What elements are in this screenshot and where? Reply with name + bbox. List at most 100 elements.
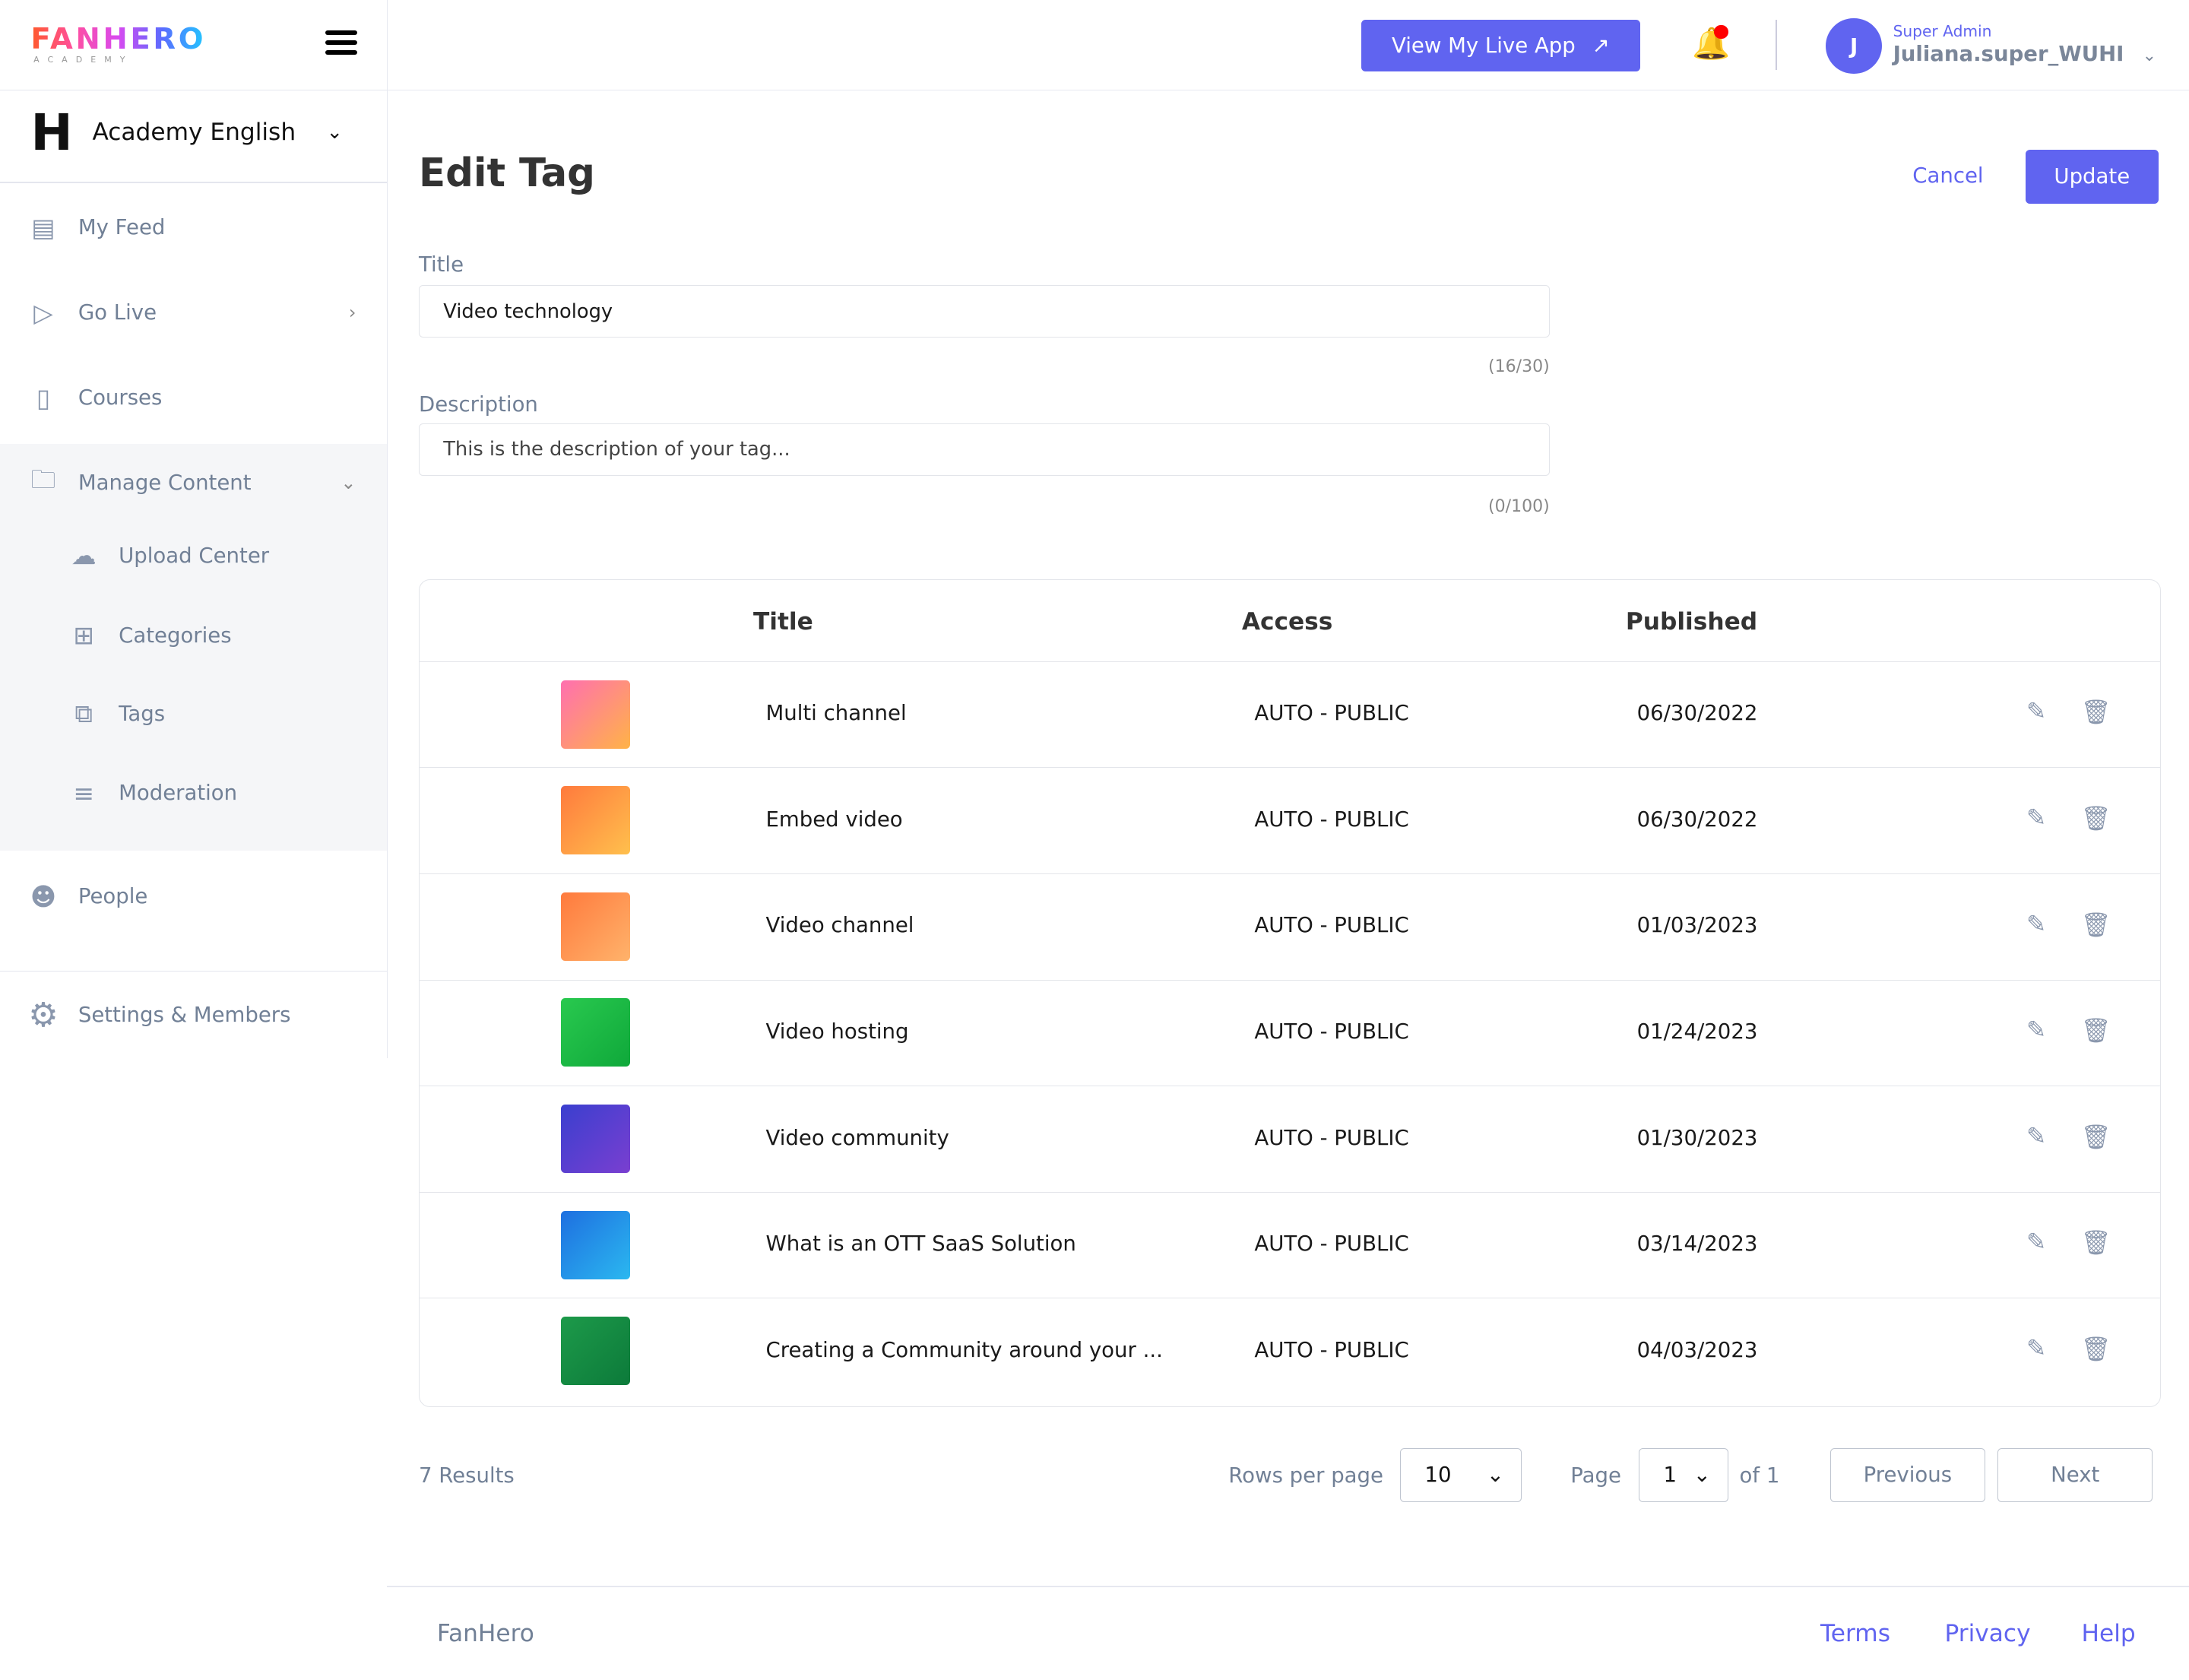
table-row[interactable]: Video hosting AUTO - PUBLIC 01/24/2023 ✎… xyxy=(420,979,2161,1087)
view-live-app-button[interactable]: View My Live App ↗ xyxy=(1361,19,1641,71)
select-value: 1 xyxy=(1663,1463,1677,1488)
privacy-link[interactable]: Privacy xyxy=(1945,1620,2031,1647)
sidebar-item-settings[interactable]: ⚙ Settings & Members xyxy=(0,987,387,1043)
org-name: Academy English xyxy=(92,119,296,147)
sidebar-item-moderation[interactable]: ≡ Moderation xyxy=(0,766,387,821)
user-name: Juliana.super_WUHI xyxy=(1893,42,2124,67)
trash-icon[interactable]: 🗑 xyxy=(2081,1228,2111,1257)
thumbnail xyxy=(560,680,631,749)
sidebar-item-my-feed[interactable]: ▤ My Feed xyxy=(0,200,387,255)
row-access: AUTO - PUBLIC xyxy=(1254,1231,1409,1257)
row-published: 04/03/2023 xyxy=(1636,1337,1758,1362)
select-value: 10 xyxy=(1424,1463,1452,1488)
table-row[interactable]: Creating a Community around your ... AUT… xyxy=(420,1298,2161,1405)
sidebar-item-go-live[interactable]: ▷ Go Live › xyxy=(0,285,387,341)
results-count: 7 Results xyxy=(419,1463,515,1488)
thumbnail xyxy=(560,786,631,855)
logo-subtitle: ACADEMY xyxy=(33,54,134,65)
trash-icon[interactable]: 🗑 xyxy=(2081,804,2111,832)
edit-icon[interactable]: ✎ xyxy=(2026,698,2046,725)
org-selector[interactable]: H Academy English ⌄ xyxy=(30,103,343,162)
row-published: 01/24/2023 xyxy=(1636,1019,1758,1044)
row-title: Creating a Community around your ... xyxy=(765,1337,1163,1362)
previous-button[interactable]: Previous xyxy=(1829,1447,1985,1503)
row-title: Video community xyxy=(765,1125,949,1150)
description-char-count: (0/100) xyxy=(1488,496,1550,516)
sliders-icon: ≡ xyxy=(73,778,95,808)
page-select[interactable]: 1 ⌄ xyxy=(1639,1447,1728,1503)
cloud-upload-icon: ☁ xyxy=(71,540,97,571)
thumbnail xyxy=(560,998,631,1067)
fanhero-logo: FANHERO xyxy=(30,22,207,57)
title-input[interactable]: Video technology xyxy=(419,284,1550,338)
trash-icon[interactable]: 🗑 xyxy=(2081,1335,2111,1363)
chevron-down-icon: ⌄ xyxy=(2142,46,2157,66)
chevron-down-icon: ⌄ xyxy=(1693,1463,1711,1488)
rows-per-page-select[interactable]: 10 ⌄ xyxy=(1400,1447,1522,1503)
row-title: Embed video xyxy=(765,807,903,832)
sidebar-item-label: Manage Content xyxy=(78,471,252,496)
help-link[interactable]: Help xyxy=(2082,1620,2136,1647)
divider xyxy=(1776,19,1778,70)
trash-icon[interactable]: 🗑 xyxy=(2081,1016,2111,1044)
menu-icon[interactable] xyxy=(325,30,358,60)
edit-icon[interactable]: ✎ xyxy=(2026,1016,2046,1044)
update-button[interactable]: Update xyxy=(2026,149,2159,204)
page-label: Page xyxy=(1570,1463,1621,1488)
title-char-count: (16/30) xyxy=(1488,357,1550,377)
notification-dot xyxy=(1714,25,1728,40)
table-row[interactable]: Video community AUTO - PUBLIC 01/30/2023… xyxy=(420,1086,2161,1193)
sidebar-item-upload-center[interactable]: ☁ Upload Center xyxy=(0,528,387,583)
row-access: AUTO - PUBLIC xyxy=(1254,701,1409,726)
edit-icon[interactable]: ✎ xyxy=(2026,804,2046,832)
thumbnail xyxy=(560,1210,631,1279)
column-header-access: Access xyxy=(1241,607,1333,636)
row-title: Video channel xyxy=(765,913,914,938)
row-published: 01/03/2023 xyxy=(1636,913,1758,938)
grid-icon: ⊞ xyxy=(73,620,95,651)
avatar[interactable]: J xyxy=(1826,17,1882,74)
footer-divider xyxy=(386,1586,2189,1588)
edit-icon[interactable]: ✎ xyxy=(2026,1123,2046,1150)
table-row[interactable]: Multi channel AUTO - PUBLIC 06/30/2022 ✎… xyxy=(420,661,2161,769)
row-access: AUTO - PUBLIC xyxy=(1254,913,1409,938)
divider xyxy=(0,89,387,91)
external-link-icon: ↗ xyxy=(1592,33,1610,58)
edit-icon[interactable]: ✎ xyxy=(2026,911,2046,938)
trash-icon[interactable]: 🗑 xyxy=(2081,1123,2111,1151)
next-button[interactable]: Next xyxy=(1997,1447,2153,1503)
sidebar-item-courses[interactable]: ▯ Courses xyxy=(0,370,387,426)
row-access: AUTO - PUBLIC xyxy=(1254,1337,1409,1362)
edit-icon[interactable]: ✎ xyxy=(2026,1228,2046,1256)
content-table: Title Access Published Multi channel AUT… xyxy=(419,579,2162,1408)
cancel-button[interactable]: Cancel xyxy=(1912,163,1983,188)
sidebar-item-label: Courses xyxy=(78,385,163,410)
trash-icon[interactable]: 🗑 xyxy=(2081,698,2111,726)
table-row[interactable]: Embed video AUTO - PUBLIC 06/30/2022 ✎ 🗑 xyxy=(420,767,2161,874)
trash-icon[interactable]: 🗑 xyxy=(2081,911,2111,939)
divider xyxy=(0,970,387,972)
table-row[interactable]: What is an OTT SaaS Solution AUTO - PUBL… xyxy=(420,1191,2161,1299)
terms-link[interactable]: Terms xyxy=(1820,1620,1890,1647)
org-logo-icon: H xyxy=(30,103,73,162)
row-title: What is an OTT SaaS Solution xyxy=(765,1231,1076,1257)
sidebar-item-manage-content[interactable]: 🗀 Manage Content ⌄ xyxy=(0,455,387,511)
table-row[interactable]: Video channel AUTO - PUBLIC 01/03/2023 ✎… xyxy=(420,873,2161,981)
sidebar-item-categories[interactable]: ⊞ Categories xyxy=(0,607,387,663)
row-access: AUTO - PUBLIC xyxy=(1254,807,1409,832)
sidebar: FANHERO ACADEMY H Academy English ⌄ ▤ My … xyxy=(0,0,388,1059)
sidebar-item-label: Settings & Members xyxy=(78,1003,291,1028)
sidebar-item-people[interactable]: ☻ People xyxy=(0,868,387,924)
row-access: AUTO - PUBLIC xyxy=(1254,1125,1409,1150)
row-title: Multi channel xyxy=(765,701,907,726)
chevron-right-icon: › xyxy=(348,302,356,324)
divider xyxy=(0,181,387,183)
sidebar-item-tags[interactable]: ⧉ Tags xyxy=(0,686,387,741)
sidebar-item-label: Upload Center xyxy=(119,543,270,568)
user-menu[interactable]: Juliana.super_WUHI ⌄ xyxy=(1893,42,2157,66)
edit-icon[interactable]: ✎ xyxy=(2026,1335,2046,1362)
description-input[interactable]: This is the description of your tag... xyxy=(419,423,1550,477)
row-access: AUTO - PUBLIC xyxy=(1254,1019,1409,1044)
sidebar-item-label: My Feed xyxy=(78,215,166,240)
sidebar-item-label: Moderation xyxy=(119,781,238,806)
